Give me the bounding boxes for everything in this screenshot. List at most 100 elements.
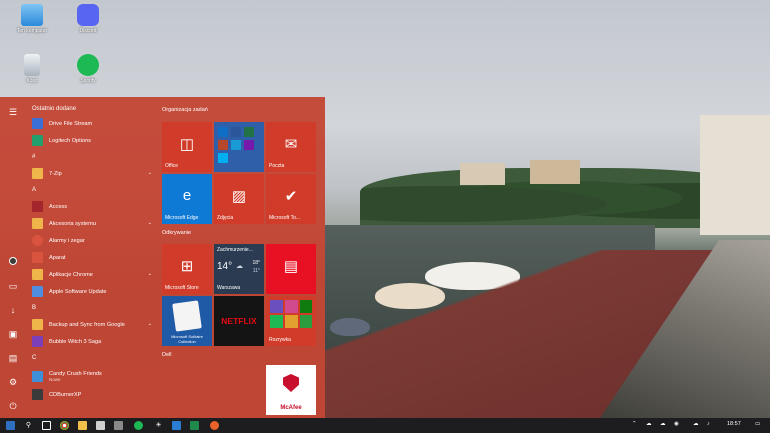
folder-icon	[32, 269, 43, 280]
wallpaper-building	[460, 163, 505, 185]
app-icon[interactable]	[172, 421, 181, 430]
list-item[interactable]: CDBurnerXP	[28, 386, 156, 403]
hamburger-icon[interactable]: ☰	[6, 105, 20, 119]
cloud-icon[interactable]: ☁	[660, 421, 666, 427]
file-explorer-icon[interactable]	[78, 421, 87, 430]
notifications-icon[interactable]: ▭	[755, 421, 760, 427]
clock[interactable]: 18:57	[727, 421, 741, 427]
user-avatar-icon[interactable]	[6, 255, 20, 269]
list-item[interactable]: 7-Zip ⌄	[28, 165, 156, 182]
downloads-icon[interactable]: ↓	[6, 303, 20, 317]
desktop-icon-discord[interactable]: Discord	[63, 4, 113, 34]
tile-zdjecia[interactable]: ▨ Zdjęcia	[214, 174, 264, 224]
desktop-icon-this-pc[interactable]: Ten komputer	[7, 4, 57, 34]
chevron-up-icon[interactable]: ⌃	[632, 421, 637, 427]
app-icon[interactable]	[190, 421, 199, 430]
mail-icon: ✉	[284, 136, 298, 153]
desktop-icon-spotify[interactable]: Spotify	[63, 54, 113, 84]
camera-icon	[32, 252, 43, 263]
excel-icon	[244, 127, 254, 137]
start-rail: ☰ ▭ ↓ ▣ ▤ ⚙ ⏻	[0, 97, 26, 418]
documents-icon[interactable]: ▭	[6, 279, 20, 293]
computer-icon	[21, 4, 43, 26]
letter-header[interactable]: C	[28, 350, 156, 366]
tile-area: Organizacja zadań ◫ Office ✉ Poczta e Mi…	[161, 103, 321, 418]
word-icon	[231, 127, 241, 137]
xbox-icon	[300, 300, 312, 313]
explorer-icon[interactable]: ▤	[6, 351, 20, 365]
tile-todo[interactable]: ✔ Microsoft To...	[266, 174, 316, 224]
recent-header: Ostatnio dodane	[32, 106, 77, 112]
spotify-icon	[270, 315, 283, 328]
tile-mcafee[interactable]: McAfee	[266, 365, 316, 415]
app-tray-icon[interactable]: ◉	[674, 421, 679, 427]
list-item[interactable]: Aplikacje Chrome ⌄	[28, 266, 156, 283]
volume-icon[interactable]: ♪	[707, 421, 710, 427]
apple-update-icon	[32, 286, 43, 297]
checkmark-icon: ✔	[284, 188, 298, 205]
tile-group-header: Odkrywanie	[162, 230, 192, 236]
access-icon	[32, 201, 43, 212]
edge-icon: e	[182, 187, 192, 204]
power-icon[interactable]: ⏻	[6, 399, 20, 413]
powerpoint-icon	[218, 140, 228, 150]
tile-weather[interactable]: Zachmurzenie... 14° ☁ 18° 11° Warszawa	[214, 244, 264, 294]
start-menu: ☰ ▭ ↓ ▣ ▤ ⚙ ⏻ Ostatnio dodane Drive File…	[0, 97, 325, 418]
tile-news[interactable]: ▤	[266, 244, 316, 294]
list-item[interactable]: Aparat	[28, 249, 156, 266]
onedrive-icon	[231, 140, 241, 150]
tile-netflix[interactable]: NETFLIX	[214, 296, 264, 346]
letter-header[interactable]: B	[28, 300, 156, 316]
search-icon[interactable]: ⚲	[24, 421, 33, 430]
list-item[interactable]: Bubble Witch 3 Saga	[28, 333, 156, 350]
tile-office[interactable]: ◫ Office	[162, 122, 212, 172]
store-icon[interactable]	[114, 421, 123, 430]
list-item[interactable]: Backup and Sync from Google ⌄	[28, 316, 156, 333]
cloud-icon[interactable]: ☁	[646, 421, 652, 427]
outlook-icon	[218, 127, 228, 137]
onedrive-icon[interactable]: ☁	[693, 421, 699, 427]
tile-solitaire[interactable]: Microsoft Solitaire Collection	[162, 296, 212, 346]
tile-group-header: Organizacja zadań	[162, 107, 208, 113]
list-item[interactable]: Access	[28, 198, 156, 215]
settings-gear-icon[interactable]: ⚙	[6, 375, 20, 389]
tile-group-header: Dell	[162, 352, 172, 358]
tile-office-apps[interactable]	[214, 122, 264, 172]
pictures-icon[interactable]: ▣	[6, 327, 20, 341]
game-icon	[285, 300, 298, 313]
chevron-down-icon: ⌄	[147, 321, 152, 327]
candy-crush-icon	[32, 370, 43, 382]
chrome-icon[interactable]	[60, 421, 69, 430]
cards-icon	[172, 300, 202, 332]
spotify-icon[interactable]	[134, 421, 143, 430]
taskbar: ⚲ ☀ ⌃ ☁ ☁ ◉ ☁ ♪ 18:57 ▭	[0, 418, 770, 433]
letter-header[interactable]: #	[28, 149, 156, 165]
sun-icon[interactable]: ☀	[154, 421, 163, 430]
firefox-icon[interactable]	[210, 421, 219, 430]
list-item[interactable]: Drive File Stream	[28, 115, 156, 132]
chevron-down-icon: ⌄	[147, 170, 152, 176]
news-icon: ▤	[283, 258, 299, 275]
start-button-windows-icon[interactable]	[6, 421, 15, 430]
list-item[interactable]: Apple Software Update	[28, 283, 156, 300]
desktop-icon-recycle-bin[interactable]: Kosz	[7, 54, 57, 84]
task-view-icon[interactable]	[42, 421, 51, 430]
alarm-clock-icon	[32, 235, 43, 246]
letter-header[interactable]: A	[28, 182, 156, 198]
tile-store[interactable]: ⊞ Microsoft Store	[162, 244, 212, 294]
list-item[interactable]: Akcesoria systemu ⌄	[28, 215, 156, 232]
store-bag-icon: ⊞	[180, 258, 194, 275]
office-icon: ◫	[179, 136, 195, 153]
tile-rozrywka[interactable]: Rozrywka	[266, 296, 316, 346]
list-item[interactable]: Logitech Options	[28, 132, 156, 149]
folder-icon	[32, 319, 43, 330]
app-icon[interactable]	[96, 421, 105, 430]
game-icon	[285, 315, 298, 328]
onenote-icon	[244, 140, 254, 150]
game-icon	[270, 300, 283, 313]
chevron-down-icon: ⌄	[147, 220, 152, 226]
list-item[interactable]: Candy Crush Friends Nowe	[28, 366, 156, 386]
list-item[interactable]: Alarmy i zegar	[28, 232, 156, 249]
tile-edge[interactable]: e Microsoft Edge	[162, 174, 212, 224]
tile-poczta[interactable]: ✉ Poczta	[266, 122, 316, 172]
